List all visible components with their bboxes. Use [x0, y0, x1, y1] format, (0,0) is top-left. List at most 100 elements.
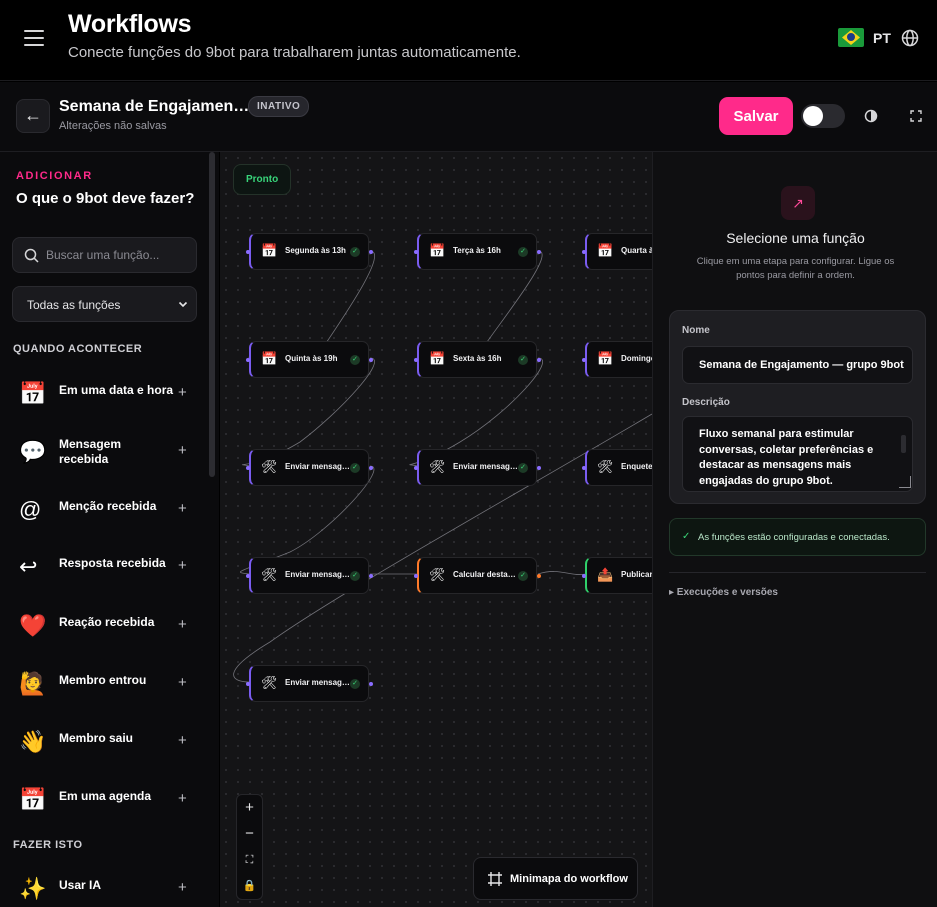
input-port[interactable]	[246, 466, 250, 470]
workflow-node[interactable]: 📅 Segunda às 13h ✓	[246, 233, 373, 270]
plus-icon[interactable]: +	[178, 674, 187, 691]
output-port[interactable]	[369, 466, 373, 470]
function-label: Mensagem recebida	[59, 437, 122, 466]
output-port[interactable]	[369, 682, 373, 686]
functions-sidebar: ADICIONAR O que o 9bot deve fazer? Todas…	[0, 152, 219, 907]
workflow-name: Semana de Engajamen…	[59, 98, 250, 115]
plus-icon[interactable]: +	[178, 384, 187, 401]
page-title: Workflows	[68, 10, 192, 38]
workflow-node[interactable]: 🛠 Calcular desta… ✓	[414, 557, 541, 594]
workflow-node[interactable]: 📤Publicar✓	[582, 557, 652, 594]
plus-icon[interactable]: +	[178, 732, 187, 749]
input-port[interactable]	[414, 574, 418, 578]
description-field[interactable]: Fluxo semanal para estimular conversas, …	[682, 416, 913, 492]
workflow-node[interactable]: 📅 Quinta às 19h ✓	[246, 341, 373, 378]
active-toggle[interactable]	[801, 104, 845, 128]
lock-icon[interactable]: 🔒	[237, 873, 262, 899]
plus-icon[interactable]: +	[178, 616, 187, 633]
workflow-node[interactable]: 🛠 Enviar mensag… ✓	[246, 665, 373, 702]
workflow-node[interactable]: 🛠 Enviar mensag… ✓	[414, 449, 541, 486]
function-item[interactable]: 🙋 Membro entrou +	[0, 659, 209, 709]
function-item[interactable]: 📅 Em uma agenda +	[0, 775, 209, 825]
workflow-node[interactable]: 📅 Sexta às 16h ✓	[414, 341, 541, 378]
plus-icon[interactable]: +	[178, 442, 187, 459]
workflow-node[interactable]: 📅 Terça às 16h ✓	[414, 233, 541, 270]
function-item[interactable]: 📅 Em uma data e hora +	[0, 369, 209, 419]
calendar-icon: 📅	[19, 787, 47, 812]
search-icon	[24, 248, 39, 263]
zoom-in-icon[interactable]: +	[237, 795, 262, 821]
fit-view-icon[interactable]: ⛶	[237, 847, 262, 873]
language-code[interactable]: PT	[873, 30, 891, 46]
app-header: Workflows Conecte funções do 9bot para t…	[0, 0, 937, 81]
zoom-controls: + − ⛶ 🔒	[236, 794, 263, 900]
function-item[interactable]: 👋 Membro saiu +	[0, 717, 209, 767]
output-port[interactable]	[369, 574, 373, 578]
check-icon: ✓	[350, 571, 360, 581]
input-port[interactable]	[246, 682, 250, 686]
input-port[interactable]	[414, 250, 418, 254]
minimap-button[interactable]: Minimapa do workflow	[473, 857, 638, 900]
brazil-flag-icon[interactable]	[838, 28, 864, 47]
plus-icon[interactable]: +	[178, 879, 187, 896]
ready-badge[interactable]: Pronto	[233, 164, 292, 195]
output-port[interactable]	[537, 250, 541, 254]
fullscreen-icon[interactable]	[910, 110, 922, 122]
search-box[interactable]	[12, 237, 197, 273]
save-button[interactable]: Salvar	[719, 97, 793, 135]
input-port[interactable]	[582, 574, 586, 578]
node-label: Terça às 16h	[453, 246, 501, 255]
function-label: Em uma agenda	[59, 789, 152, 803]
function-item[interactable]: ❤️ Reação recebida +	[0, 601, 209, 651]
workflow-canvas[interactable]: Pronto 📅 Segunda às 13h ✓ 📅 Terça às 16h ✓ 📅 Qu…	[220, 152, 652, 907]
output-port[interactable]	[537, 358, 541, 362]
function-item[interactable]: @ Menção recebida +	[0, 485, 209, 535]
node-label: Segunda às 13h	[285, 246, 346, 255]
workflow-node[interactable]: 📅Domingo✓	[582, 341, 652, 378]
tools-icon: 🛠	[261, 675, 278, 690]
globe-icon[interactable]	[901, 29, 919, 47]
input-port[interactable]	[246, 574, 250, 578]
workflow-node[interactable]: 📅Quarta às✓	[582, 233, 652, 270]
sidebar-scrollbar[interactable]	[209, 152, 215, 477]
check-icon: ✓	[350, 463, 360, 473]
output-port[interactable]	[537, 466, 541, 470]
output-port[interactable]	[537, 574, 541, 578]
input-port[interactable]	[414, 466, 418, 470]
node-label: Quarta às	[621, 246, 652, 255]
output-port[interactable]	[369, 358, 373, 362]
input-port[interactable]	[582, 466, 586, 470]
check-icon: ✓	[682, 531, 691, 542]
workflow-node[interactable]: 🛠 Enviar mensag… ✓	[246, 449, 373, 486]
input-port[interactable]	[414, 358, 418, 362]
back-button[interactable]: ←	[16, 99, 50, 133]
input-port[interactable]	[246, 250, 250, 254]
zoom-out-icon[interactable]: −	[237, 821, 262, 847]
input-port[interactable]	[582, 250, 586, 254]
executions-versions-toggle[interactable]: ▸ Execuções e versões	[669, 587, 778, 598]
name-field[interactable]	[682, 346, 913, 384]
plus-icon[interactable]: +	[178, 557, 187, 574]
resize-handle-icon[interactable]	[899, 476, 911, 488]
function-filter-select[interactable]: Todas as funções	[12, 286, 197, 322]
reply-arrow-icon: ↩	[19, 554, 38, 579]
check-icon: ✓	[518, 355, 528, 365]
status-badge: INATIVO	[248, 96, 310, 117]
input-port[interactable]	[582, 358, 586, 362]
contrast-icon[interactable]	[864, 109, 878, 123]
workflow-node[interactable]: 🛠Enquete✓	[582, 449, 652, 486]
page-subtitle: Conecte funções do 9bot para trabalharem…	[68, 44, 521, 61]
description-scrollbar[interactable]	[901, 435, 906, 453]
plus-icon[interactable]: +	[178, 790, 187, 807]
at-sign-icon: @	[19, 497, 42, 522]
node-label: Publicar	[621, 570, 652, 579]
input-port[interactable]	[246, 358, 250, 362]
workflow-node[interactable]: 🛠 Enviar mensag… ✓	[246, 557, 373, 594]
function-item[interactable]: ↩ Resposta recebida +	[0, 542, 209, 592]
output-port[interactable]	[369, 250, 373, 254]
search-input[interactable]	[46, 238, 194, 272]
function-item[interactable]: ✨ Usar IA +	[0, 864, 209, 907]
function-item[interactable]: 💬 Mensagem recebida +	[0, 427, 209, 477]
plus-icon[interactable]: +	[178, 500, 187, 517]
menu-icon[interactable]	[24, 30, 44, 46]
